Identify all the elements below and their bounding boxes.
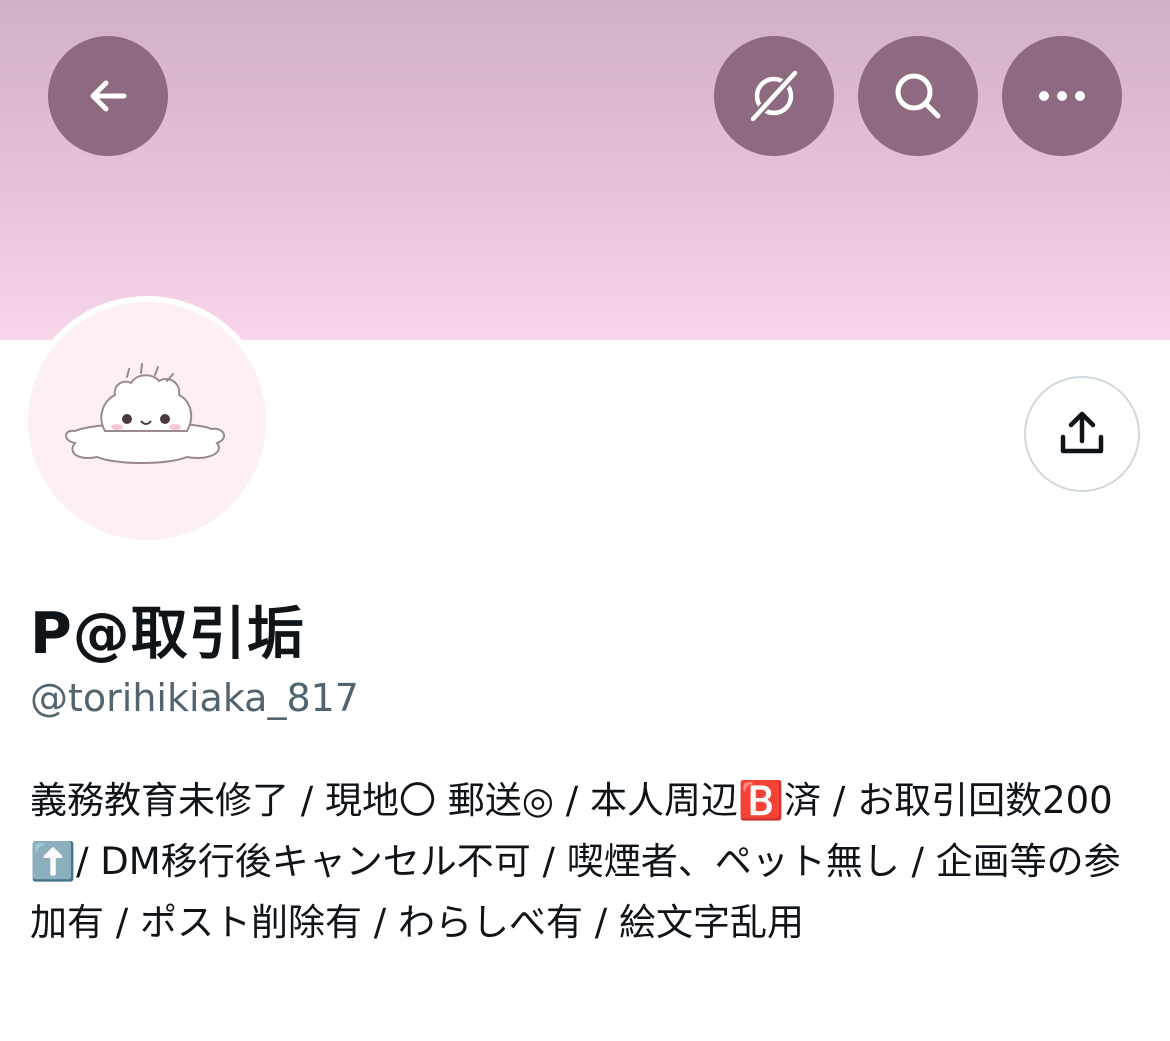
grok-icon — [748, 68, 800, 124]
share-profile-button[interactable] — [1024, 376, 1140, 492]
more-horizontal-icon — [1039, 91, 1085, 101]
display-name: P@取引垢 — [30, 601, 305, 667]
more-options-button[interactable] — [1002, 36, 1122, 156]
profile-bio: 義務教育未修了 / 現地〇 郵送◎ / 本人周辺🅱️済 / お取引回数200⬆️… — [30, 779, 1121, 944]
grok-button[interactable] — [714, 36, 834, 156]
search-button[interactable] — [858, 36, 978, 156]
avatar-image — [28, 302, 266, 540]
profile-banner — [0, 0, 1170, 340]
profile-page: P@取引垢 @torihikiaka_817 義務教育未修了 / 現地〇 郵送◎… — [0, 0, 1170, 1041]
share-icon — [1060, 411, 1104, 454]
search-icon — [895, 73, 941, 119]
fluffy-cat-illustration — [65, 363, 226, 464]
back-button[interactable] — [48, 36, 168, 156]
profile-avatar[interactable] — [22, 296, 272, 546]
arrow-left-icon — [90, 80, 127, 112]
user-handle: @torihikiaka_817 — [30, 676, 359, 720]
